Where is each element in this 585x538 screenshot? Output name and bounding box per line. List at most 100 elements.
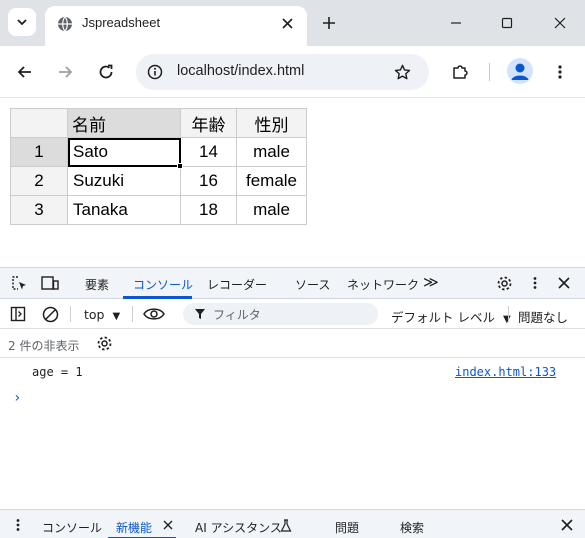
browser-toolbar: localhost/index.html bbox=[0, 46, 585, 98]
arrow-right-icon bbox=[59, 66, 73, 78]
fill-handle[interactable] bbox=[177, 163, 183, 169]
filter-input[interactable]: フィルタ bbox=[183, 303, 378, 325]
maximize-button[interactable] bbox=[496, 12, 518, 34]
chevron-down-icon bbox=[17, 19, 27, 26]
hidden-messages-bar: 2 件の非表示 bbox=[0, 329, 585, 358]
devtools-settings-button[interactable] bbox=[494, 273, 514, 293]
clear-console-button[interactable] bbox=[40, 304, 60, 324]
table-row: 2 Suzuki 16 female bbox=[10, 166, 307, 196]
log-source-link[interactable]: index.html:133 bbox=[455, 365, 556, 379]
toolbar-divider bbox=[132, 306, 133, 322]
gear-icon bbox=[97, 336, 111, 350]
new-tab-button[interactable] bbox=[318, 12, 340, 34]
browser-tab-active[interactable]: Jspreadsheet bbox=[45, 6, 307, 46]
console-sidebar-button[interactable] bbox=[8, 304, 28, 324]
address-bar[interactable]: localhost/index.html bbox=[136, 54, 429, 90]
filter-icon bbox=[195, 309, 205, 319]
devtools-menu-button[interactable] bbox=[525, 273, 545, 293]
cell-age[interactable]: 16 bbox=[180, 166, 237, 196]
toolbar-divider bbox=[508, 306, 509, 322]
drawer-tab-search[interactable]: 検索 bbox=[400, 519, 424, 536]
drawer-menu-button[interactable] bbox=[8, 515, 28, 535]
devtools-panel: 要素 コンソール レコーダー ソース ネットワーク ≫ top ▼ フィルタ デ… bbox=[0, 267, 585, 538]
live-expression-button[interactable] bbox=[142, 304, 166, 324]
tab-close-button[interactable] bbox=[277, 13, 297, 33]
reload-button[interactable] bbox=[94, 60, 118, 84]
drawer-close-button[interactable] bbox=[557, 515, 577, 535]
table-row: 1 Sato 14 male bbox=[10, 137, 307, 169]
close-window-button[interactable] bbox=[549, 12, 571, 34]
column-header[interactable]: 名前 bbox=[67, 108, 181, 138]
browser-menu-button[interactable] bbox=[548, 60, 572, 84]
filter-placeholder: フィルタ bbox=[213, 308, 261, 322]
console-prompt[interactable]: › bbox=[13, 390, 21, 406]
cell-text: Sato bbox=[73, 142, 108, 161]
row-header[interactable]: 1 bbox=[10, 137, 68, 167]
tab-elements[interactable]: 要素 bbox=[85, 276, 109, 293]
log-message: age = 1 bbox=[32, 365, 83, 379]
extensions-button[interactable] bbox=[448, 60, 472, 84]
toolbar-divider bbox=[70, 306, 71, 322]
gear-icon bbox=[497, 276, 511, 290]
tab-recorder[interactable]: レコーダー bbox=[207, 276, 267, 293]
minimize-button[interactable] bbox=[445, 12, 467, 34]
close-icon bbox=[558, 277, 570, 289]
back-button[interactable] bbox=[13, 60, 37, 84]
drawer-tab-close-button[interactable] bbox=[158, 515, 178, 535]
drawer-tab-console[interactable]: コンソール bbox=[42, 519, 102, 536]
inspect-icon bbox=[11, 275, 26, 290]
row-header[interactable]: 3 bbox=[10, 195, 68, 225]
column-header[interactable]: 性別 bbox=[236, 108, 307, 138]
cell-age[interactable]: 18 bbox=[180, 195, 237, 225]
log-levels-dropdown[interactable]: デフォルト レベル ▼ bbox=[391, 307, 511, 326]
tab-title: Jspreadsheet bbox=[82, 15, 161, 30]
cell-gender[interactable]: male bbox=[236, 195, 307, 225]
reload-icon bbox=[99, 64, 113, 79]
site-info-button[interactable] bbox=[145, 62, 165, 82]
globe-icon bbox=[58, 16, 72, 32]
more-tabs-button[interactable]: ≫ bbox=[423, 273, 439, 291]
tab-search-button[interactable] bbox=[8, 8, 36, 36]
bookmark-button[interactable] bbox=[392, 62, 412, 82]
kebab-icon bbox=[533, 277, 537, 289]
profile-avatar[interactable] bbox=[507, 58, 533, 84]
cell-name[interactable]: Tanaka bbox=[67, 195, 181, 225]
tab-network[interactable]: ネットワーク bbox=[347, 276, 419, 293]
close-icon bbox=[281, 17, 293, 29]
drawer-tab-whats-new[interactable]: 新機能 bbox=[116, 519, 152, 536]
minimize-icon bbox=[451, 22, 461, 24]
tab-console[interactable]: コンソール bbox=[133, 276, 193, 293]
eye-icon bbox=[143, 308, 165, 320]
table-row: 3 Tanaka 18 male bbox=[10, 195, 307, 225]
cell-gender[interactable]: male bbox=[236, 137, 307, 167]
puzzle-icon bbox=[453, 65, 468, 79]
devtools-tabbar: 要素 コンソール レコーダー ソース ネットワーク ≫ bbox=[0, 268, 585, 299]
inspect-element-button[interactable] bbox=[9, 273, 29, 293]
row-header[interactable]: 2 bbox=[10, 166, 68, 196]
issues-counter[interactable]: 問題なし bbox=[518, 307, 568, 326]
device-toolbar-button[interactable] bbox=[40, 273, 60, 293]
console-settings-button[interactable] bbox=[94, 333, 114, 353]
forward-button[interactable] bbox=[53, 60, 77, 84]
cell-name[interactable]: Suzuki bbox=[67, 166, 181, 196]
browser-tabstrip: Jspreadsheet bbox=[0, 0, 585, 46]
close-icon bbox=[561, 519, 573, 531]
tab-sources[interactable]: ソース bbox=[295, 276, 330, 293]
drawer-tab-issues[interactable]: 問題 bbox=[335, 519, 359, 536]
star-icon bbox=[394, 64, 410, 79]
drawer-tab-ai-assistance[interactable]: AI アシスタンス bbox=[195, 519, 282, 536]
devtools-drawer-tabbar: コンソール 新機能 AI アシスタンス 問題 検索 bbox=[0, 509, 585, 538]
block-icon bbox=[42, 306, 58, 322]
hidden-messages-count: 2 件の非表示 bbox=[8, 339, 80, 353]
corner-cell[interactable] bbox=[10, 108, 68, 138]
cell-name[interactable]: Sato bbox=[67, 137, 183, 169]
url-text: localhost/index.html bbox=[177, 63, 305, 79]
cell-gender[interactable]: female bbox=[236, 166, 307, 196]
column-header[interactable]: 年齢 bbox=[180, 108, 237, 138]
devtools-close-button[interactable] bbox=[554, 273, 574, 293]
context-selector[interactable]: top ▼ bbox=[84, 307, 120, 322]
cell-age[interactable]: 14 bbox=[180, 137, 237, 167]
dropdown-arrow-icon: ▼ bbox=[112, 311, 121, 322]
close-icon bbox=[163, 520, 173, 530]
header-row: 名前 年齢 性別 bbox=[10, 108, 307, 138]
